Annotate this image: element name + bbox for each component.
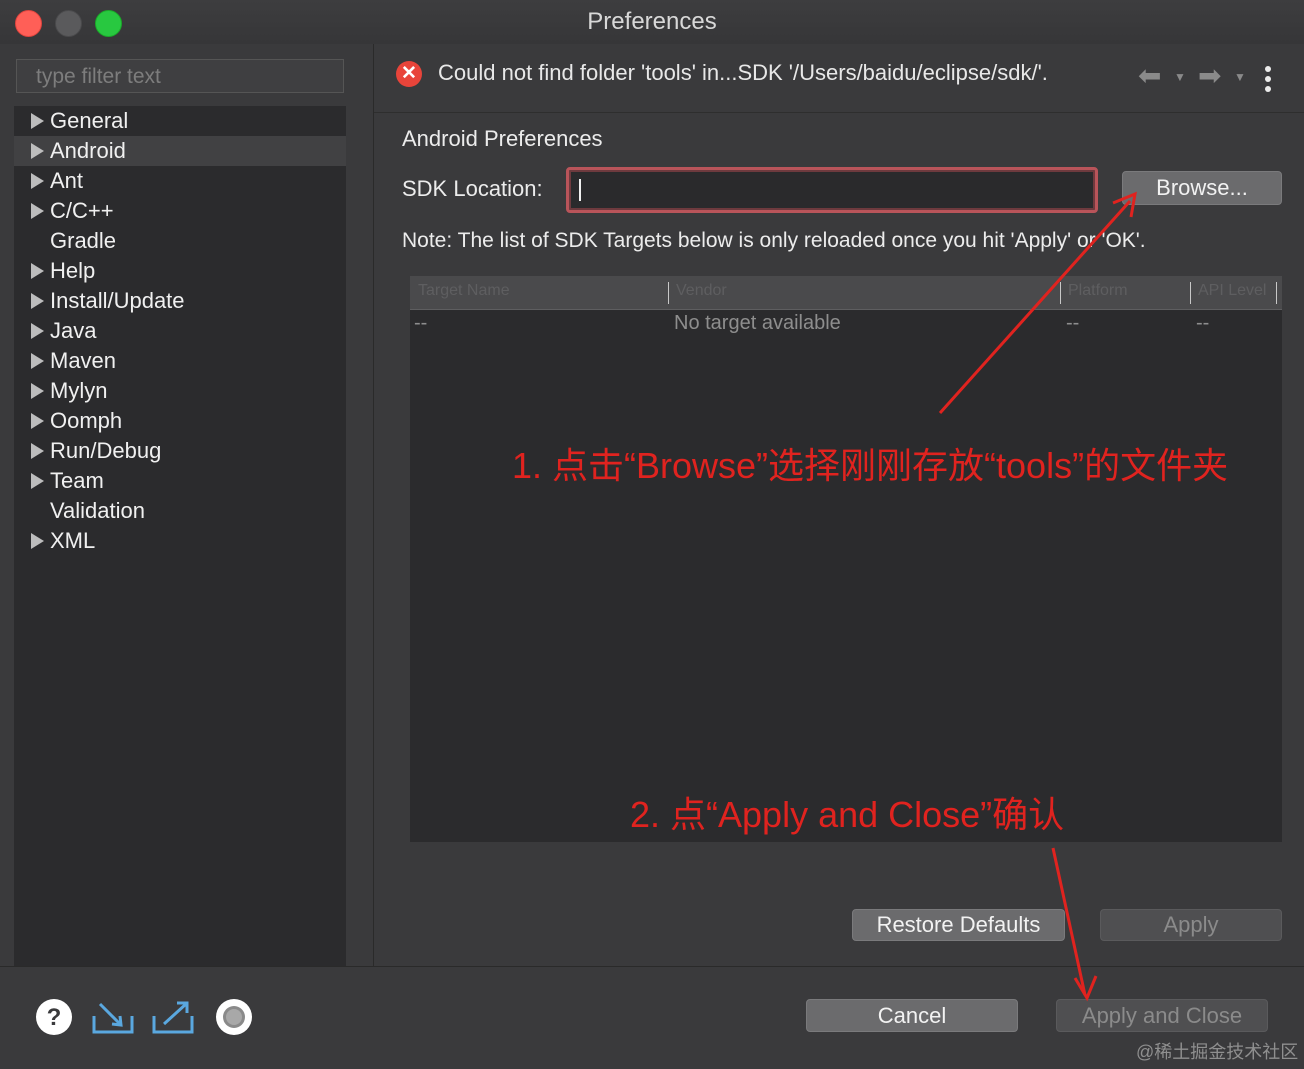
- annotation-arrow-to-browse: [938, 199, 1132, 415]
- annotation-step-2: 2. 点“Apply and Close”确认: [630, 794, 1065, 835]
- preferences-window: Preferences type filter text General Andr…: [0, 0, 1304, 1069]
- annotation-step-1: 1. 点击“Browse”选择刚刚存放“tools”的文件夹: [512, 445, 1229, 486]
- annotation-arrowhead: [1073, 975, 1098, 1002]
- watermark: @稀土掘金技术社区: [1136, 1042, 1299, 1062]
- annotation-arrow-to-apply-close: [1051, 847, 1087, 996]
- annotation-arrows: [938, 191, 1137, 1002]
